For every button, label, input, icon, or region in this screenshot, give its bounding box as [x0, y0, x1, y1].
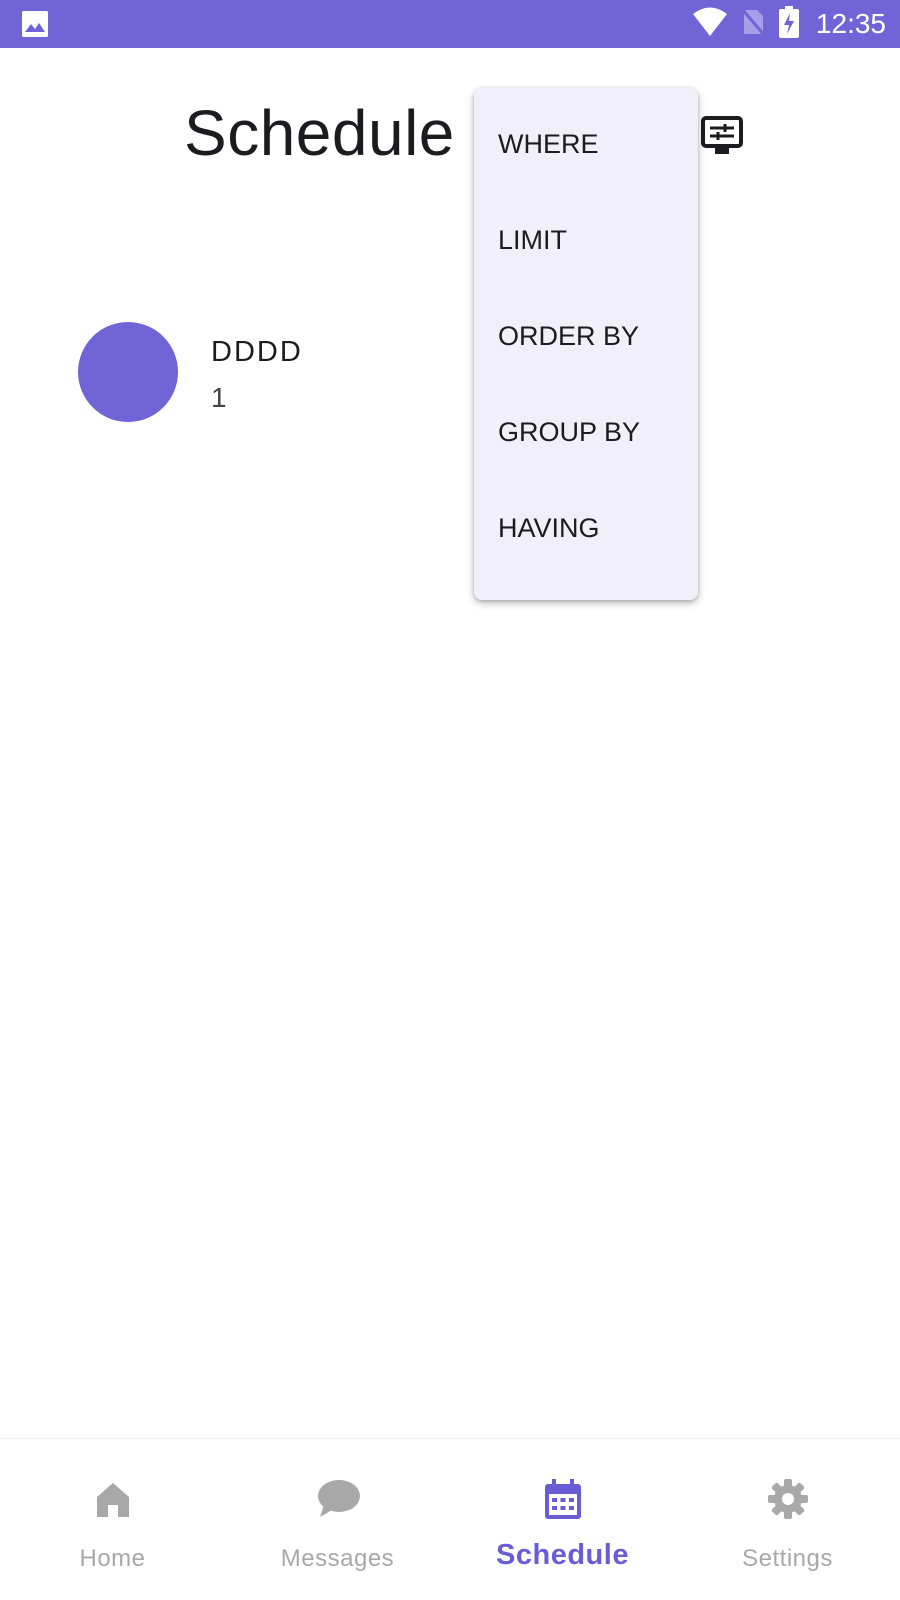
nav-label-settings: Settings: [742, 1545, 833, 1572]
nav-label-home: Home: [79, 1545, 146, 1572]
home-icon: [96, 1483, 129, 1517]
no-sim-icon: [740, 7, 767, 42]
list-item-subtitle: 1: [211, 382, 227, 413]
list-item-title: DDDD: [211, 336, 303, 368]
wifi-icon: [692, 7, 728, 42]
filter-button[interactable]: [700, 114, 744, 158]
page-title: Schedule: [184, 97, 455, 169]
avatar: [78, 322, 178, 422]
battery-charging-icon: [778, 5, 800, 43]
nav-item-messages[interactable]: Messages: [225, 1439, 450, 1600]
nav-item-schedule[interactable]: Schedule: [450, 1439, 675, 1600]
menu-item-where[interactable]: WHERE: [474, 96, 698, 192]
bottom-navigation: Home Messages Schedule Settings: [0, 1438, 900, 1600]
nav-label-messages: Messages: [280, 1545, 395, 1572]
filter-dropdown-menu: WHERE LIMIT ORDER BY GROUP BY HAVING: [474, 88, 698, 600]
nav-label-schedule: Schedule: [496, 1539, 629, 1571]
nav-item-settings[interactable]: Settings: [675, 1439, 900, 1600]
chat-icon: [317, 1480, 360, 1517]
gear-icon: [767, 1479, 808, 1519]
status-bar: 12:35: [0, 0, 900, 48]
menu-item-limit[interactable]: LIMIT: [474, 192, 698, 288]
menu-item-order-by[interactable]: ORDER BY: [474, 288, 698, 384]
filter-icon: [701, 116, 743, 154]
image-icon: [22, 11, 48, 37]
status-time: 12:35: [815, 8, 886, 39]
menu-item-group-by[interactable]: GROUP BY: [474, 384, 698, 480]
nav-item-home[interactable]: Home: [0, 1439, 225, 1600]
calendar-icon: [544, 1479, 581, 1519]
menu-item-having[interactable]: HAVING: [474, 480, 698, 576]
list-item[interactable]: DDDD 1: [78, 322, 478, 422]
